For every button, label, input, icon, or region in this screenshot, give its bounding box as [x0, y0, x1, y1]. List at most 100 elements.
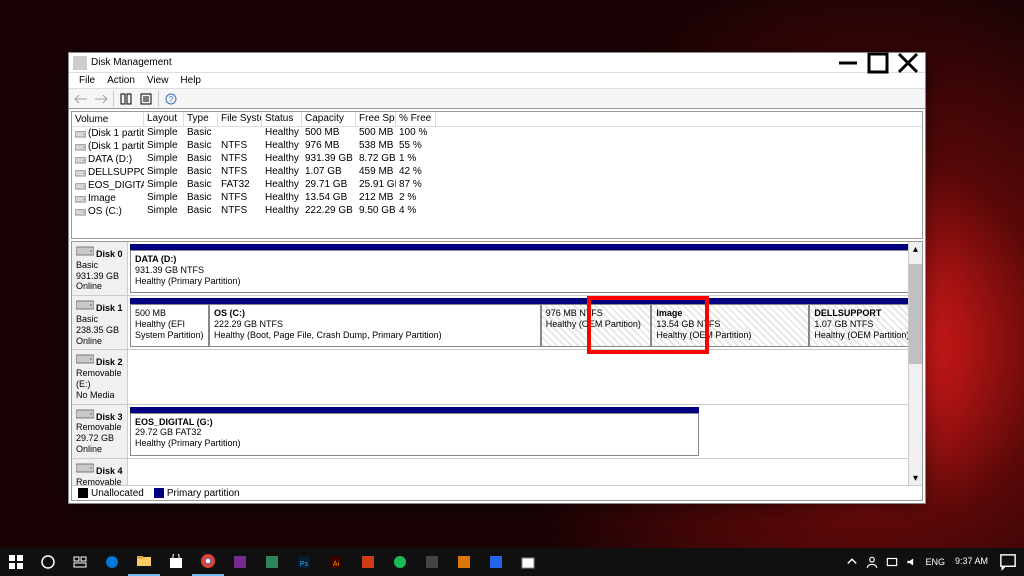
col-layout[interactable]: Layout [144, 112, 184, 126]
tray-language[interactable]: ENG [925, 557, 945, 567]
taskbar-app-icon[interactable] [416, 548, 448, 576]
disk-icon [76, 299, 94, 311]
disk-row[interactable]: Disk 1Basic238.35 GBOnline500 MBHealthy … [72, 296, 922, 350]
volume-row[interactable]: DATA (D:)SimpleBasicNTFSHealthy (P...931… [72, 153, 922, 166]
maximize-button[interactable] [863, 54, 893, 72]
disk-info[interactable]: Disk 0Basic931.39 GBOnline [72, 242, 128, 295]
disk-row[interactable]: Disk 2Removable (E:)No Media [72, 350, 922, 404]
volume-row[interactable]: EOS_DIGITAL (G:)SimpleBasicFAT32Healthy … [72, 179, 922, 192]
toolbar: ? [69, 89, 925, 109]
tray-network-icon[interactable] [885, 555, 899, 569]
col-filesystem[interactable]: File System [218, 112, 262, 126]
tray-people-icon[interactable] [865, 555, 879, 569]
minimize-button[interactable] [833, 54, 863, 72]
svg-text:?: ? [169, 95, 174, 104]
taskbar-app-icon[interactable]: Ai [320, 548, 352, 576]
cortana-icon[interactable] [32, 548, 64, 576]
taskbar-app-icon[interactable]: Ps [288, 548, 320, 576]
disk-row[interactable]: Disk 4Removable (H:)No Media [72, 459, 922, 485]
forward-button [91, 90, 111, 108]
properties-button[interactable] [136, 90, 156, 108]
legend-unallocated: Unallocated [91, 488, 144, 499]
menu-file[interactable]: File [73, 74, 101, 87]
disk-row[interactable]: Disk 0Basic931.39 GBOnlineDATA (D:)931.3… [72, 242, 922, 296]
disk-icon [76, 408, 94, 420]
action-center-icon[interactable] [998, 552, 1018, 572]
tray-chevron-icon[interactable] [845, 555, 859, 569]
taskbar-app-icon[interactable] [480, 548, 512, 576]
window-title: Disk Management [91, 57, 172, 68]
close-button[interactable] [893, 54, 923, 72]
taskbar-store-icon[interactable] [160, 548, 192, 576]
taskbar-app-icon[interactable] [512, 548, 544, 576]
start-button[interactable] [0, 548, 32, 576]
disk-info[interactable]: Disk 3Removable29.72 GBOnline [72, 405, 128, 458]
partition[interactable]: DELLSUPPORT1.07 GB NTFSHealthy (OEM Part… [809, 304, 920, 347]
partition[interactable]: OS (C:)222.29 GB NTFSHealthy (Boot, Page… [209, 304, 541, 347]
col-volume[interactable]: Volume [72, 112, 144, 126]
disk-icon [76, 462, 94, 474]
app-icon [73, 56, 87, 70]
col-type[interactable]: Type [184, 112, 218, 126]
volume-row[interactable]: OS (C:)SimpleBasicNTFSHealthy (B...222.2… [72, 205, 922, 218]
col-status[interactable]: Status [262, 112, 302, 126]
drive-icon [75, 168, 86, 177]
taskbar-app-icon[interactable] [224, 548, 256, 576]
taskbar-app-icon[interactable] [256, 548, 288, 576]
partition[interactable]: EOS_DIGITAL (G:)29.72 GB FAT32Healthy (P… [130, 413, 699, 456]
taskbar-app-icon[interactable] [384, 548, 416, 576]
drive-icon [75, 129, 86, 138]
col-pct-free[interactable]: % Free [396, 112, 436, 126]
menu-view[interactable]: View [141, 74, 175, 87]
disk-management-window: Disk Management File Action View Help ? … [68, 52, 926, 504]
legend-swatch-unallocated [78, 488, 88, 498]
scroll-down-icon[interactable]: ▾ [909, 471, 922, 485]
col-free[interactable]: Free Spa... [356, 112, 396, 126]
volume-row[interactable]: DELLSUPPORTSimpleBasicNTFSHealthy (...1.… [72, 166, 922, 179]
volume-row[interactable]: (Disk 1 partition 1)SimpleBasicHealthy (… [72, 127, 922, 140]
taskbar-edge-icon[interactable] [96, 548, 128, 576]
disk-icon [76, 353, 94, 365]
refresh-button[interactable] [116, 90, 136, 108]
volume-row[interactable]: (Disk 1 partition 4)SimpleBasicNTFSHealt… [72, 140, 922, 153]
partition[interactable]: 500 MBHealthy (EFI System Partition) [130, 304, 209, 347]
taskbar[interactable]: Ps Ai ENG 9:37 AM [0, 548, 1024, 576]
menu-help[interactable]: Help [174, 74, 207, 87]
svg-text:Ps: Ps [300, 561, 309, 568]
task-view-icon[interactable] [64, 548, 96, 576]
tray-volume-icon[interactable] [905, 555, 919, 569]
legend-swatch-primary [154, 488, 164, 498]
volume-row[interactable]: ImageSimpleBasicNTFSHealthy (...13.54 GB… [72, 192, 922, 205]
drive-icon [75, 155, 86, 164]
drive-icon [75, 194, 86, 203]
taskbar-app-icon[interactable] [352, 548, 384, 576]
volume-list-header[interactable]: Volume Layout Type File System Status Ca… [72, 112, 922, 127]
taskbar-explorer-icon[interactable] [128, 548, 160, 576]
partition[interactable]: Image13.54 GB NTFSHealthy (OEM Partition… [651, 304, 809, 347]
disk-info[interactable]: Disk 4Removable (H:)No Media [72, 459, 128, 485]
drive-icon [75, 207, 86, 216]
scroll-up-icon[interactable]: ▴ [909, 242, 922, 256]
help-button[interactable]: ? [161, 90, 181, 108]
drive-icon [75, 181, 86, 190]
menu-action[interactable]: Action [101, 74, 141, 87]
tray-clock[interactable]: 9:37 AM [951, 557, 992, 567]
scroll-thumb[interactable] [909, 264, 922, 364]
legend: Unallocated Primary partition [72, 485, 922, 500]
taskbar-app-icon[interactable] [448, 548, 480, 576]
disk-graphic-pane[interactable]: Disk 0Basic931.39 GBOnlineDATA (D:)931.3… [71, 241, 923, 501]
partition[interactable]: DATA (D:)931.39 GB NTFSHealthy (Primary … [130, 250, 920, 293]
back-button [71, 90, 91, 108]
col-capacity[interactable]: Capacity [302, 112, 356, 126]
vertical-scrollbar[interactable]: ▴▾ [908, 242, 922, 485]
legend-primary: Primary partition [167, 488, 240, 499]
titlebar[interactable]: Disk Management [69, 53, 925, 73]
volume-list-pane[interactable]: Volume Layout Type File System Status Ca… [71, 111, 923, 239]
menubar: File Action View Help [69, 73, 925, 89]
taskbar-chrome-icon[interactable] [192, 548, 224, 576]
disk-row[interactable]: Disk 3Removable29.72 GBOnlineEOS_DIGITAL… [72, 405, 922, 459]
disk-info[interactable]: Disk 2Removable (E:)No Media [72, 350, 128, 403]
partition[interactable]: 976 MB NTFSHealthy (OEM Partition) [541, 304, 652, 347]
svg-text:Ai: Ai [333, 561, 340, 568]
disk-info[interactable]: Disk 1Basic238.35 GBOnline [72, 296, 128, 349]
